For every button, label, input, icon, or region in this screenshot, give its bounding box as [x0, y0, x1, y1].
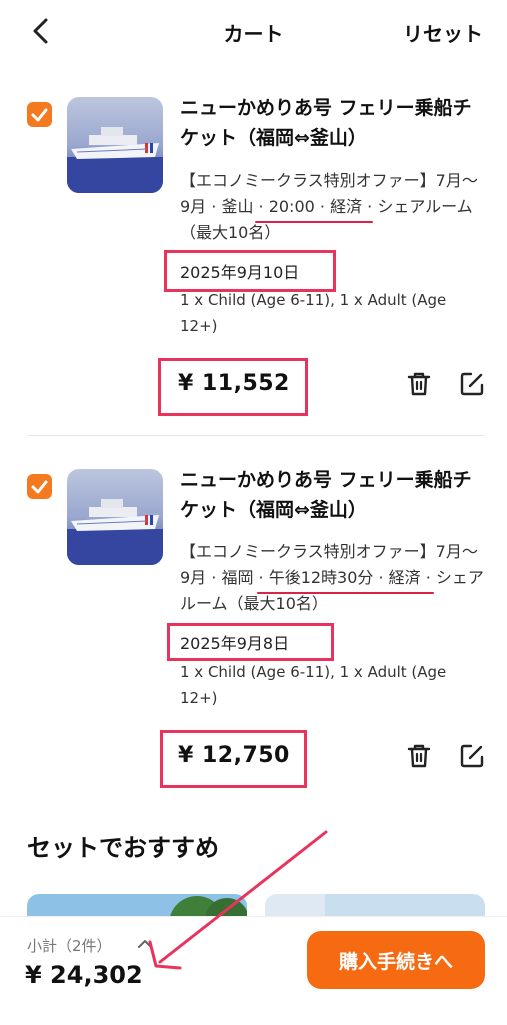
- annotation-underline: [257, 592, 434, 594]
- item-date: 2025年9月8日: [180, 634, 290, 653]
- subtotal-label[interactable]: 小計（2件）: [27, 935, 112, 956]
- item-passengers: 1 x Child (Age 6-11), 1 x Adult (Age 12+…: [180, 663, 447, 707]
- check-icon: [31, 480, 48, 494]
- checkout-button[interactable]: 購入手続きへ: [307, 931, 485, 989]
- ferry-photo[interactable]: [67, 469, 163, 565]
- trash-icon: [407, 744, 431, 768]
- checkout-bar: 小計（2件） ¥ 24,302 購入手続きへ: [0, 916, 507, 1025]
- edit-button[interactable]: [458, 742, 486, 770]
- recommend-title: セットでおすすめ: [27, 834, 219, 862]
- chevron-up-icon[interactable]: [137, 937, 153, 949]
- edit-icon: [460, 744, 484, 768]
- item-description: 【エコノミークラス特別オファー】7月〜9月 · 福岡 · 午後12時30分 · …: [180, 542, 484, 613]
- item-checkbox[interactable]: [27, 474, 52, 499]
- total-price: ¥ 24,302: [25, 961, 143, 989]
- item-price: ¥ 12,750: [178, 743, 290, 768]
- item-title[interactable]: ニューかめりあ号 フェリー乗船チケット（福岡⇔釜山）: [180, 465, 485, 525]
- cart-item: ニューかめりあ号 フェリー乗船チケット（福岡⇔釜山） 【エコノミークラス特別オフ…: [0, 0, 507, 800]
- delete-button[interactable]: [405, 742, 433, 770]
